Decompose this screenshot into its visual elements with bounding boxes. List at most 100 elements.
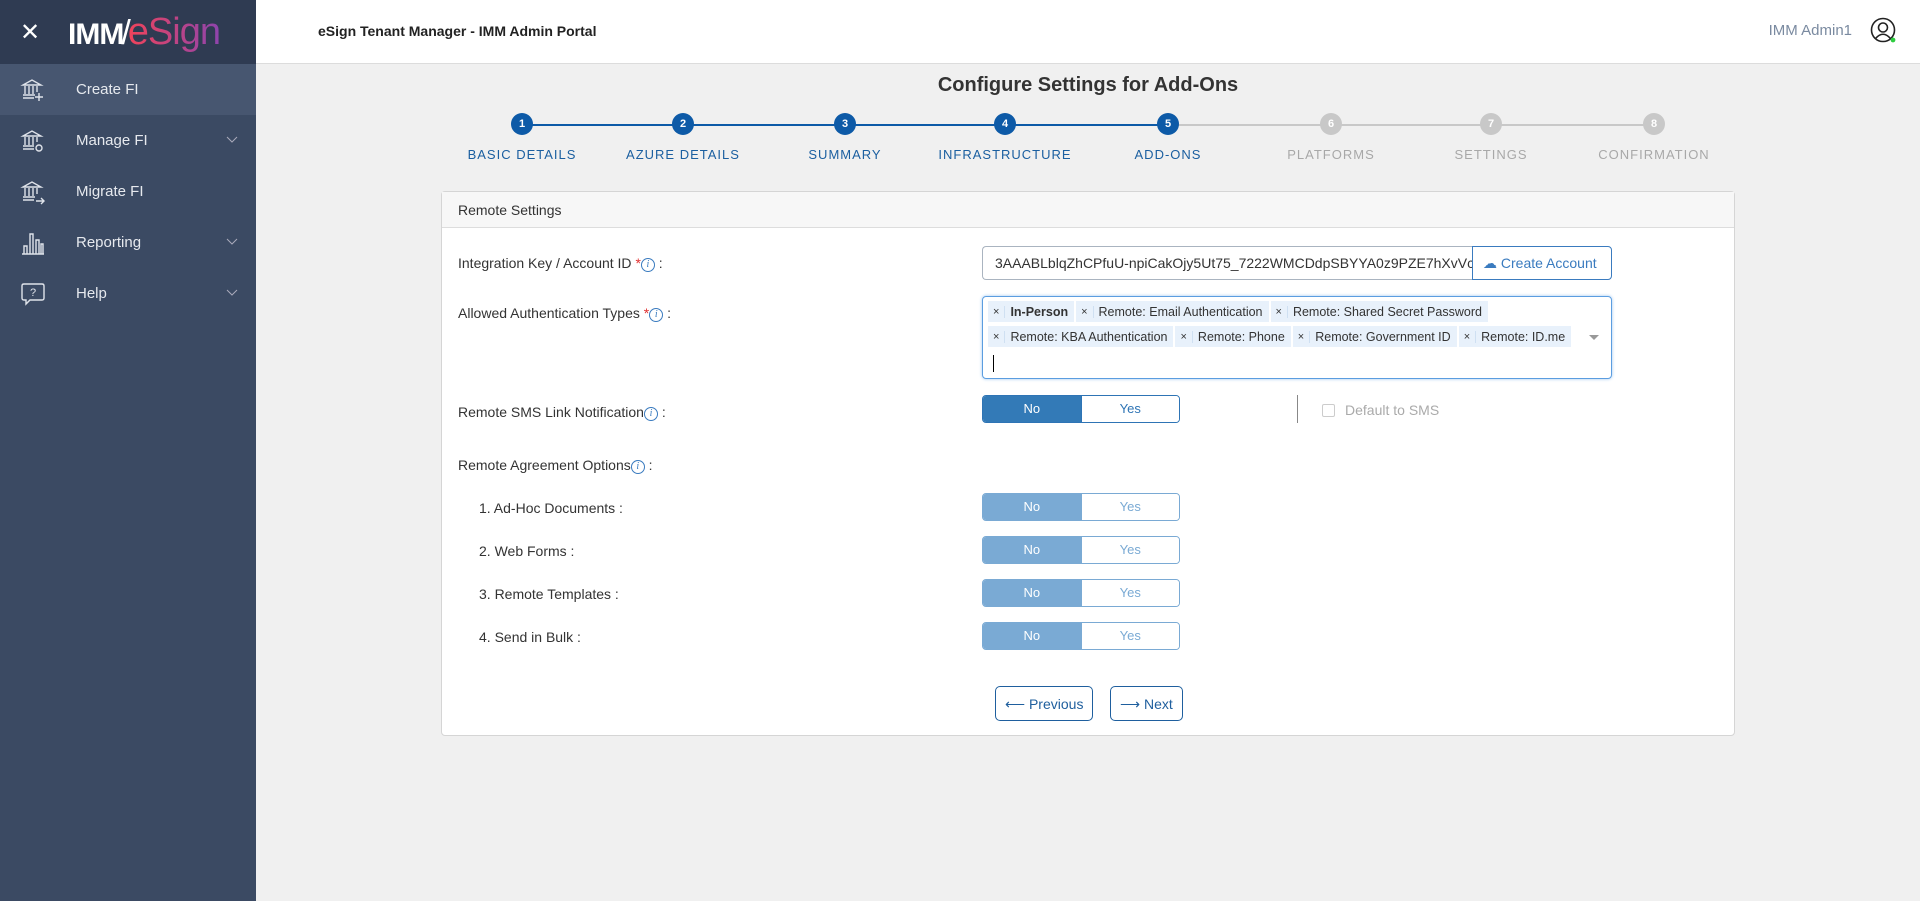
bar-chart-icon (20, 230, 46, 256)
step-8: 8 CONFIRMATION (1574, 113, 1734, 162)
agreement-option-toggle[interactable]: No Yes (982, 536, 1180, 564)
step-label: AZURE DETAILS (626, 147, 740, 162)
agreement-option-toggle[interactable]: No Yes (982, 493, 1180, 521)
sidebar-item-manage-fi[interactable]: Manage FI (0, 115, 256, 166)
sidebar-item-help[interactable]: ? Help (0, 268, 256, 319)
step-6: 6 PLATFORMS (1251, 113, 1411, 162)
chevron-down-icon (226, 233, 238, 250)
app-title: eSign Tenant Manager - IMM Admin Portal (318, 23, 597, 39)
tag-label: Remote: KBA Authentication (1010, 329, 1168, 344)
close-icon[interactable]: ✕ (20, 18, 46, 47)
info-icon[interactable]: i (630, 460, 645, 474)
sms-notification-toggle[interactable]: No Yes (982, 395, 1180, 423)
top-header: eSign Tenant Manager - IMM Admin Portal … (256, 0, 1920, 64)
step-3: 3 SUMMARY (765, 113, 925, 162)
svg-text:?: ? (30, 287, 36, 299)
remove-tag-icon[interactable]: × (1271, 305, 1288, 318)
page-title: Configure Settings for Add-Ons (937, 74, 1239, 96)
step-label: INFRASTRUCTURE (938, 147, 1072, 162)
text-cursor (993, 355, 994, 372)
sidebar-item-label: Help (76, 285, 107, 302)
integration-key-input[interactable]: 3AAABLblqZhCPfuU-npiCakOjy5Ut75_7222WMCD… (982, 246, 1472, 280)
remove-tag-icon[interactable]: × (1459, 330, 1477, 343)
agreement-option-toggle[interactable]: No Yes (982, 579, 1180, 607)
auth-type-tag: × Remote: Shared Secret Password (1270, 301, 1488, 322)
auth-types-label: Allowed Authentication Types * i : (458, 305, 671, 322)
step-number: 6 (1320, 113, 1342, 135)
sidebar-item-reporting[interactable]: Reporting (0, 217, 256, 268)
divider (1297, 395, 1298, 423)
auth-type-tag: × In-Person (988, 301, 1075, 322)
auth-type-tag: × Remote: ID.me (1458, 326, 1572, 347)
dropdown-caret-icon[interactable] (1589, 335, 1599, 340)
tag-label: Remote: Phone (1197, 329, 1285, 344)
bank-arrow-icon (20, 179, 46, 205)
arrow-left-icon: ⟵ (1005, 696, 1026, 712)
auth-type-tag: × Remote: Phone (1175, 326, 1291, 347)
user-avatar-icon[interactable] (1870, 17, 1898, 50)
sidebar-header: ✕ IMM / eSign (0, 0, 256, 64)
remove-tag-icon[interactable]: × (1076, 305, 1094, 318)
step-number: 4 (994, 113, 1016, 135)
no-option[interactable]: No (983, 537, 1081, 563)
auth-types-multiselect[interactable]: × In-Person × Remote: Email Authentication ×… (982, 296, 1612, 379)
button-label: Next (1143, 696, 1173, 712)
sidebar-item-create-fi[interactable]: Create FI (0, 64, 256, 115)
integration-key-label: Integration Key / Account ID * i : (458, 255, 663, 272)
next-button[interactable]: ⟶ Next (1110, 686, 1183, 721)
required-marker: * (635, 255, 641, 271)
remote-settings-panel: Remote Settings Integration Key / Accoun… (441, 191, 1735, 736)
tag-label: In-Person (1010, 304, 1069, 319)
remove-tag-icon[interactable]: × (988, 330, 1006, 343)
yes-option[interactable]: Yes (1080, 494, 1179, 520)
agreement-option-toggle[interactable]: No Yes (982, 622, 1180, 650)
arrow-right-icon: ⟶ (1120, 696, 1141, 712)
previous-button[interactable]: ⟵ Previous (995, 686, 1094, 721)
info-icon[interactable]: i (643, 407, 658, 421)
yes-option[interactable]: Yes (1080, 537, 1179, 563)
info-icon[interactable]: i (649, 308, 664, 322)
sms-notification-label: Remote SMS Link Notification i : (458, 404, 666, 421)
sidebar: ✕ IMM / eSign Create FI Manage FI Migrate … (0, 0, 256, 901)
checkbox-label: Default to SMS (1345, 402, 1440, 418)
auth-type-tag: × Remote: Email Authentication (1076, 301, 1269, 322)
label-text: Integration Key / Account ID (458, 255, 632, 271)
step-number: 3 (834, 113, 856, 135)
button-label: Previous (1028, 696, 1084, 712)
step-label: PLATFORMS (1287, 147, 1375, 162)
no-option[interactable]: No (983, 580, 1081, 606)
default-to-sms-checkbox[interactable]: Default to SMS (1322, 402, 1439, 418)
agreement-option-label: 4. Send in Bulk : (479, 629, 581, 645)
step-number: 1 (511, 113, 533, 135)
auth-type-tag: × Remote: Government ID (1292, 326, 1457, 347)
yes-option[interactable]: Yes (1080, 580, 1179, 606)
remove-tag-icon[interactable]: × (988, 305, 1006, 318)
auth-type-tag: × Remote: KBA Authentication (988, 326, 1174, 347)
no-option[interactable]: No (983, 623, 1081, 649)
user-name[interactable]: IMM Admin1 (1769, 22, 1852, 39)
agreement-option-label: 2. Web Forms : (479, 543, 575, 559)
step-1: 1 BASIC DETAILS (442, 113, 602, 162)
remove-tag-icon[interactable]: × (1175, 330, 1193, 343)
sidebar-item-label: Migrate FI (76, 183, 144, 200)
label-text: Remote SMS Link Notification (458, 404, 644, 420)
sidebar-item-label: Reporting (76, 234, 142, 251)
button-label: Create Account (1500, 255, 1597, 271)
step-number: 5 (1157, 113, 1179, 135)
chevron-down-icon (226, 284, 238, 301)
bank-gear-icon (20, 128, 46, 154)
panel-title: Remote Settings (442, 192, 1734, 228)
sms-yes-option[interactable]: Yes (1080, 396, 1179, 422)
step-7: 7 SETTINGS (1411, 113, 1571, 162)
create-account-button[interactable]: ☁ Create Account (1472, 246, 1612, 280)
bank-plus-icon (20, 77, 46, 103)
remove-tag-icon[interactable]: × (1293, 330, 1311, 343)
sidebar-item-migrate-fi[interactable]: Migrate FI (0, 166, 256, 217)
no-option[interactable]: No (983, 494, 1081, 520)
chevron-down-icon (226, 131, 238, 148)
sms-no-option[interactable]: No (983, 396, 1081, 422)
checkbox-box[interactable] (1322, 403, 1335, 417)
yes-option[interactable]: Yes (1080, 623, 1179, 649)
info-icon[interactable]: i (640, 258, 655, 272)
logo: IMM / eSign (68, 10, 221, 53)
